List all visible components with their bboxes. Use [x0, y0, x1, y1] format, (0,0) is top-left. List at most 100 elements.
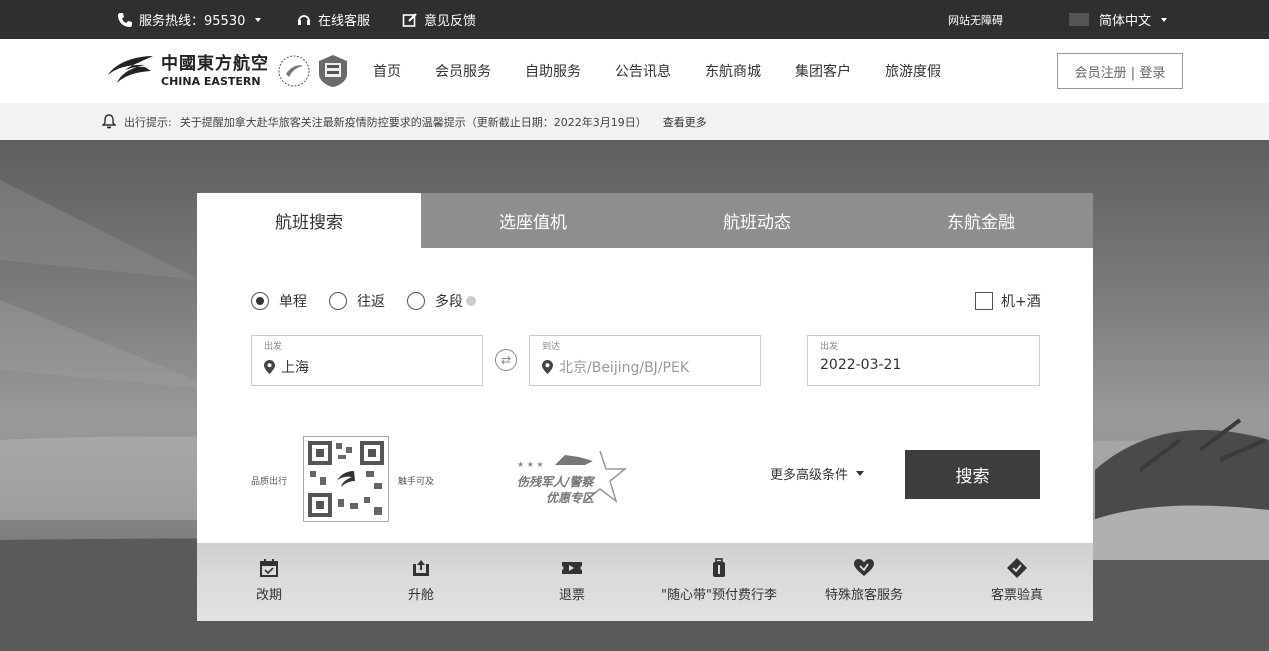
phone-icon [118, 12, 132, 27]
feedback-link[interactable]: 意见反馈 [402, 0, 476, 39]
nav-item-announcements[interactable]: 公告讯息 [615, 61, 671, 81]
date-value: 2022-03-21 [820, 357, 902, 373]
location-pin-icon [264, 360, 275, 374]
swap-icon: ⇄ [500, 353, 512, 367]
quick-services-bar: 改期 升舱 退票 "随心带"预付费行李 特殊旅客服务 客票验真 [197, 543, 1093, 621]
military-line2: 优惠专区 [546, 491, 595, 505]
radio-one-way-label: 单程 [279, 294, 307, 310]
tab-flight-search[interactable]: 航班搜索 [197, 193, 421, 248]
service-prepaid-baggage[interactable]: "随心带"预付费行李 [649, 557, 789, 603]
headset-icon [298, 14, 310, 25]
logo[interactable]: 中國東方航空 CHINA EASTERN [105, 49, 349, 93]
nav-item-member[interactable]: 会员服务 [435, 61, 491, 81]
trip-type-group: 单程 往返 多段 [251, 291, 498, 311]
radio-multi-city-label: 多段 [435, 294, 463, 310]
advanced-options-toggle[interactable]: 更多高级条件 [770, 464, 865, 483]
language-label: 简体中文 [1099, 14, 1152, 29]
destination-field[interactable]: 到达 北京/Beijing/BJ/PEK [529, 335, 761, 386]
service-prepaid-baggage-label: "随心带"预付费行李 [661, 588, 777, 603]
qr-code [303, 436, 389, 522]
diamond-ticket-icon [1007, 558, 1027, 578]
logo-en-text: CHINA EASTERN [161, 74, 261, 88]
nav-item-home[interactable]: 首页 [373, 61, 401, 81]
upgrade-seat-icon [413, 560, 429, 576]
luggage-icon [713, 558, 725, 577]
qr-left-caption: 品质出行 [251, 477, 288, 487]
tab-finance[interactable]: 东航金融 [869, 193, 1093, 248]
feedback-label: 意见反馈 [424, 14, 477, 29]
accessibility-label: 网站无障碍 [948, 13, 1003, 27]
swap-cities-button[interactable]: ⇄ [495, 349, 517, 371]
chevron-down-icon [1161, 17, 1168, 22]
radio-round-trip[interactable]: 往返 [329, 291, 385, 311]
qr-code-image [308, 441, 384, 517]
search-button[interactable]: 搜索 [905, 450, 1040, 499]
origin-label: 出发 [264, 342, 283, 352]
online-service-link[interactable]: 在线客服 [296, 0, 370, 39]
service-refund-label: 退票 [558, 588, 585, 603]
service-special-passengers[interactable]: 特殊旅客服务 [809, 557, 919, 603]
tab-flight-status[interactable]: 航班动态 [645, 193, 869, 248]
edit-icon [402, 12, 417, 27]
radio-checked-icon [251, 292, 269, 310]
origin-value: 上海 [281, 360, 309, 376]
svg-text:★ ★ ★: ★ ★ ★ [517, 460, 544, 469]
service-seal-icon [319, 55, 347, 87]
qr-right-caption: 触手可及 [398, 477, 435, 487]
flight-search-panel: 航班搜索 选座值机 航班动态 东航金融 单程 往返 多段 机+酒 出发 上海 ⇄… [197, 193, 1093, 621]
service-ticket-verify-label: 客票验真 [990, 588, 1043, 603]
main-nav: 中國東方航空 CHINA EASTERN 首页 会员服务 自助服务 公告讯息 东… [0, 39, 1269, 103]
service-upgrade[interactable]: 升舱 [391, 557, 451, 603]
date-label: 出发 [820, 342, 839, 352]
destination-label: 到达 [542, 342, 561, 352]
service-reschedule[interactable]: 改期 [239, 557, 299, 603]
service-special-passengers-label: 特殊旅客服务 [824, 588, 903, 603]
departure-date-field[interactable]: 出发 2022-03-21 [807, 335, 1040, 386]
online-service-label: 在线客服 [318, 14, 371, 29]
service-refund[interactable]: 退票 [542, 557, 602, 603]
radio-round-trip-label: 往返 [357, 294, 385, 310]
nav-item-corporate[interactable]: 集团客户 [795, 61, 851, 81]
language-selector[interactable]: 简体中文 [1069, 0, 1168, 39]
nav-item-mall[interactable]: 东航商城 [705, 61, 761, 81]
logo-cn-text: 中國東方航空 [161, 53, 269, 74]
caret-down-icon [856, 471, 865, 476]
location-pin-icon [542, 360, 553, 374]
bell-icon [102, 114, 116, 129]
service-upgrade-label: 升舱 [407, 588, 434, 603]
notice-text[interactable]: 关于提醒加拿大赴华旅客关注最新疫情防控要求的温馨提示（更新截止日期：2022年3… [180, 114, 647, 130]
notice-tag: 出行提示: [124, 115, 172, 129]
calendar-icon [260, 559, 278, 577]
hotline-text: 服务热线：95530 [139, 14, 246, 29]
nav-links: 首页 会员服务 自助服务 公告讯息 东航商城 集团客户 旅游度假 [373, 39, 975, 103]
flag-icon [1069, 13, 1089, 26]
radio-one-way[interactable]: 单程 [251, 291, 307, 311]
chevron-down-icon [255, 17, 262, 22]
hotline[interactable]: 服务热线：95530 [117, 0, 262, 39]
military-discount-link[interactable]: ★ ★ ★ 伤残军人/警察 优惠专区 [515, 443, 630, 513]
service-ticket-verify[interactable]: 客票验真 [977, 557, 1057, 603]
info-icon[interactable] [466, 296, 476, 306]
search-tabs: 航班搜索 选座值机 航班动态 东航金融 [197, 193, 1093, 248]
register-login-button[interactable]: 会员注册 | 登录 [1057, 53, 1183, 89]
flight-hotel-checkbox[interactable]: 机+酒 [975, 291, 1041, 311]
military-line1: 伤残军人/警察 [517, 475, 594, 489]
accessibility-link[interactable]: 网站无障碍 [948, 0, 1003, 39]
ticket-icon [562, 562, 582, 574]
radio-unchecked-icon [407, 292, 425, 310]
swallow-logo-icon [108, 56, 153, 83]
checkbox-icon [975, 292, 993, 310]
tab-seat-checkin[interactable]: 选座值机 [421, 193, 645, 248]
origin-field[interactable]: 出发 上海 [251, 335, 483, 386]
nav-item-self-service[interactable]: 自助服务 [525, 61, 581, 81]
travel-notice-bar: 出行提示: 关于提醒加拿大赴华旅客关注最新疫情防控要求的温馨提示（更新截止日期：… [0, 103, 1269, 140]
service-reschedule-label: 改期 [255, 588, 282, 603]
flight-hotel-label: 机+酒 [1001, 294, 1041, 310]
nav-item-holidays[interactable]: 旅游度假 [885, 61, 941, 81]
top-bar: 服务热线：95530 在线客服 意见反馈 网站无障碍 简体中文 [0, 0, 1269, 39]
notice-more-link[interactable]: 查看更多 [663, 114, 707, 130]
skyteam-badge-icon [278, 55, 310, 87]
destination-placeholder: 北京/Beijing/BJ/PEK [559, 360, 689, 376]
heart-hand-icon [854, 559, 874, 576]
radio-multi-city[interactable]: 多段 [407, 291, 476, 311]
